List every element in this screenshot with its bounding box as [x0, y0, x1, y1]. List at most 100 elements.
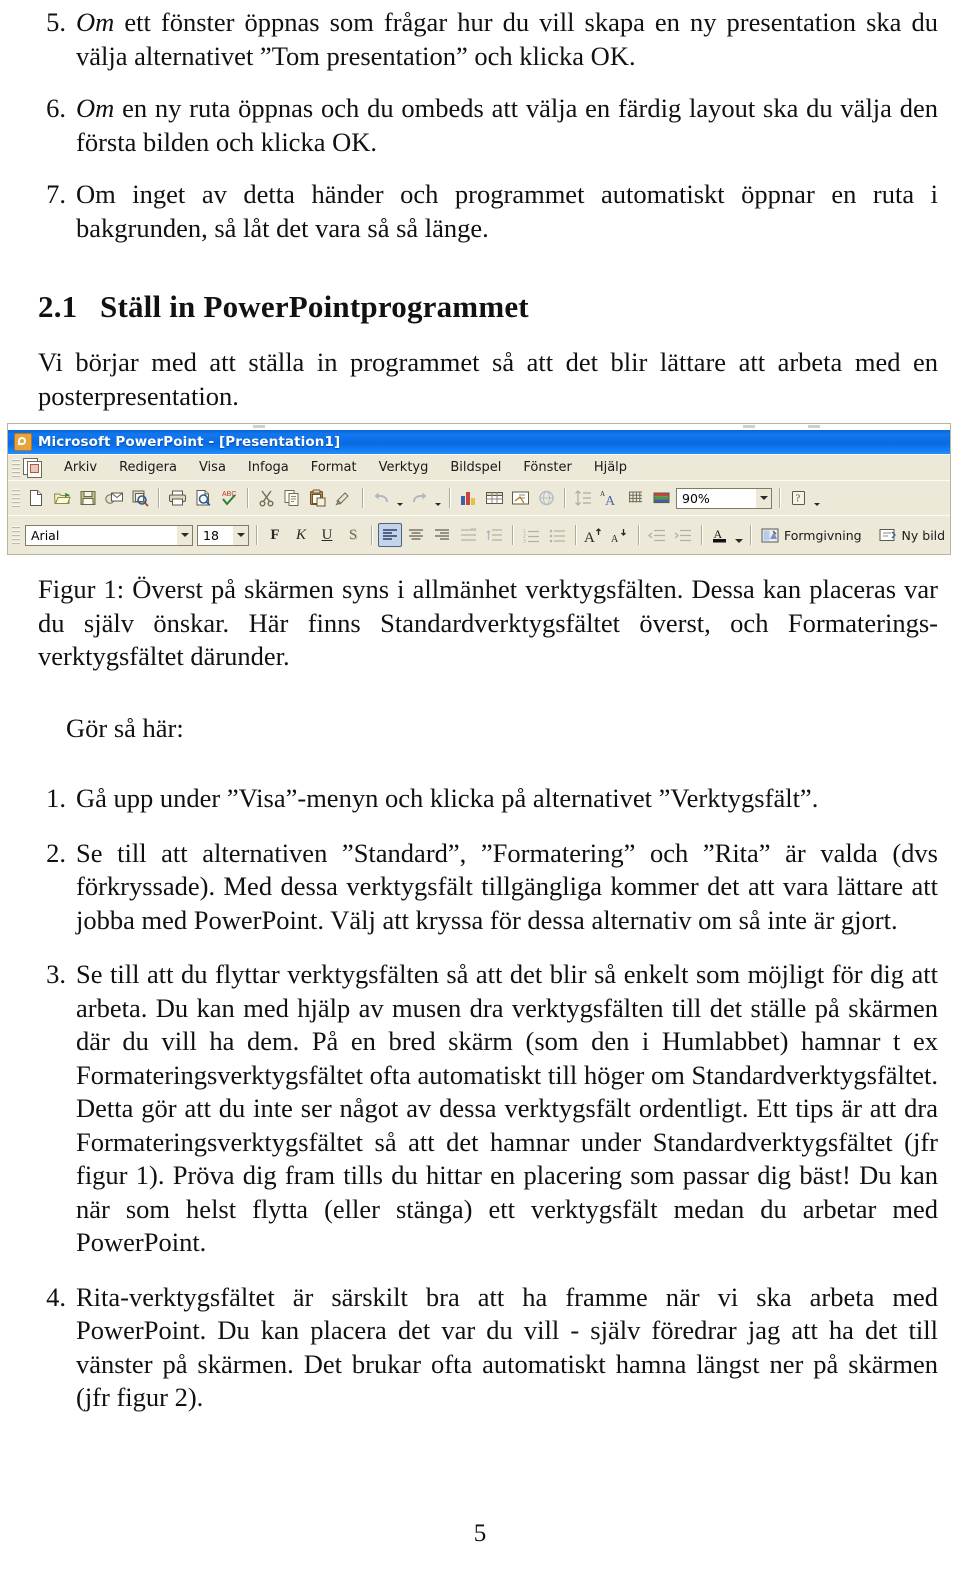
design-button[interactable]: Formgivning — [756, 524, 866, 546]
list-item-number: 3. — [46, 959, 66, 989]
menu-item-fonster[interactable]: Fönster — [512, 458, 582, 477]
list-item: 2. Se till att alternativen ”Standard”, … — [38, 837, 938, 938]
list-item-body: en ny ruta öppnas och du ombeds att välj… — [76, 93, 938, 157]
list-item-number: 6. — [46, 93, 66, 123]
insert-table-icon[interactable] — [482, 486, 506, 510]
italic-label: K — [295, 526, 306, 543]
line-spacing-icon[interactable] — [571, 486, 595, 510]
new-document-icon[interactable] — [24, 486, 48, 510]
font-name-dropdown-arrow[interactable] — [176, 525, 192, 545]
standard-toolbar-grip[interactable] — [12, 489, 20, 507]
insert-slide-icon[interactable] — [508, 486, 532, 510]
powerpoint-app-icon — [14, 433, 32, 451]
font-name-combobox[interactable]: Arial — [25, 524, 193, 546]
powerpoint-title-bar: Microsoft PowerPoint - [Presentation1] — [8, 430, 950, 454]
color-scheme-icon[interactable] — [649, 486, 673, 510]
font-color-dropdown-arrow[interactable] — [733, 523, 745, 547]
new-slide-button[interactable]: Ny bild — [874, 524, 950, 546]
list-item: 7. Om inget av detta händer och programm… — [38, 178, 938, 245]
format-painter-icon[interactable] — [332, 486, 356, 510]
list-item: 4. Rita-verktygsfältet är särskilt bra a… — [38, 1281, 938, 1415]
paragraph-spacing-icon[interactable] — [482, 523, 506, 547]
bold-label: F — [270, 526, 280, 543]
section-heading: 2.1 Ställ in PowerPointprogrammet — [38, 289, 938, 325]
toolbar-separator — [564, 488, 565, 508]
help-icon[interactable]: ? — [786, 486, 810, 510]
save-disk-icon[interactable] — [76, 486, 100, 510]
spellcheck-icon[interactable]: ABC — [217, 486, 241, 510]
copy-icon[interactable] — [280, 486, 304, 510]
list-item-body: Se till att alternativen ”Standard”, ”Fo… — [76, 837, 938, 935]
increase-font-size-icon[interactable]: A — [582, 523, 606, 547]
show-grid-icon[interactable] — [623, 486, 647, 510]
zoom-dropdown-arrow[interactable] — [755, 488, 771, 508]
redo-dropdown-arrow[interactable] — [432, 486, 444, 510]
align-center-icon[interactable] — [404, 523, 428, 547]
toolbar-separator — [371, 525, 372, 545]
hyperlink-icon[interactable] — [534, 486, 558, 510]
new-slide-label: Ny bild — [901, 527, 946, 543]
print-preview-icon[interactable] — [191, 486, 215, 510]
align-left-icon[interactable] — [378, 523, 402, 547]
underline-button[interactable]: U — [315, 523, 339, 547]
decrease-font-size-icon[interactable]: A — [608, 523, 632, 547]
search-document-icon[interactable] — [128, 486, 152, 510]
standard-toolbar-overflow-arrow[interactable] — [811, 486, 823, 510]
page-number: 5 — [473, 1520, 487, 1547]
menu-item-redigera[interactable]: Redigera — [108, 458, 188, 477]
align-right-icon[interactable] — [430, 523, 454, 547]
list-item-number: 5. — [46, 7, 66, 37]
list-item-body: Se till att du flyttar verktygsfälten så… — [76, 959, 938, 1257]
section-title: Ställ in PowerPointprogrammet — [100, 289, 529, 324]
open-folder-icon[interactable] — [50, 486, 74, 510]
font-size-combobox[interactable]: 18 — [197, 524, 249, 546]
toolbar-separator — [575, 525, 576, 545]
demote-icon[interactable] — [671, 523, 695, 547]
toolbar-separator — [512, 525, 513, 545]
design-icon — [760, 526, 780, 544]
cut-scissors-icon[interactable] — [254, 486, 278, 510]
menu-item-infoga[interactable]: Infoga — [237, 458, 300, 477]
document-body: 5. Om ett fönster öppnas som frågar hur … — [38, 0, 938, 413]
bulleted-list-icon[interactable] — [545, 523, 569, 547]
font-color-icon[interactable]: A — [708, 523, 732, 547]
undo-icon[interactable] — [369, 486, 393, 510]
zoom-value: 90% — [682, 490, 710, 506]
toolbar-separator — [638, 525, 639, 545]
list-item-body: Om inget av detta händer och programmet … — [76, 179, 938, 243]
formatting-toolbar-grip[interactable] — [12, 526, 20, 544]
window-title: Microsoft PowerPoint - [Presentation1] — [38, 434, 341, 450]
toolbar-separator — [750, 525, 751, 545]
section-number: 2.1 — [38, 289, 78, 324]
font-size-dropdown-arrow[interactable] — [232, 525, 248, 545]
menu-item-verktyg[interactable]: Verktyg — [368, 458, 440, 477]
document-control-icon[interactable] — [23, 458, 43, 478]
italic-button[interactable]: K — [289, 523, 313, 547]
zoom-combobox[interactable]: 90% — [676, 487, 772, 509]
redo-icon[interactable] — [407, 486, 431, 510]
numbered-list-icon[interactable]: 123 — [519, 523, 543, 547]
menu-item-hjalp[interactable]: Hjälp — [583, 458, 638, 477]
menu-drag-grip[interactable] — [12, 458, 20, 477]
email-icon[interactable] — [102, 486, 126, 510]
promote-icon[interactable] — [645, 523, 669, 547]
expand-all-icon[interactable]: AA — [597, 486, 621, 510]
list-item-number: 1. — [46, 783, 66, 813]
svg-text:?: ? — [795, 493, 800, 504]
menu-item-format[interactable]: Format — [300, 458, 368, 477]
insert-chart-icon[interactable] — [456, 486, 480, 510]
menu-item-visa[interactable]: Visa — [188, 458, 237, 477]
bold-button[interactable]: F — [263, 523, 287, 547]
menu-item-bildspel[interactable]: Bildspel — [439, 458, 512, 477]
print-icon[interactable] — [165, 486, 189, 510]
section-intro-paragraph: Vi börjar med att ställa in programmet s… — [38, 347, 938, 411]
toolbar-separator — [158, 488, 159, 508]
menu-item-arkiv[interactable]: Arkiv — [53, 458, 108, 477]
shadow-button[interactable]: S — [341, 523, 365, 547]
paste-icon[interactable] — [306, 486, 330, 510]
list-item-number: 2. — [46, 837, 66, 868]
toolbar-separator — [779, 488, 780, 508]
line-spacing-icon[interactable] — [456, 523, 480, 547]
toolbar-separator — [247, 488, 248, 508]
undo-dropdown-arrow[interactable] — [394, 486, 406, 510]
